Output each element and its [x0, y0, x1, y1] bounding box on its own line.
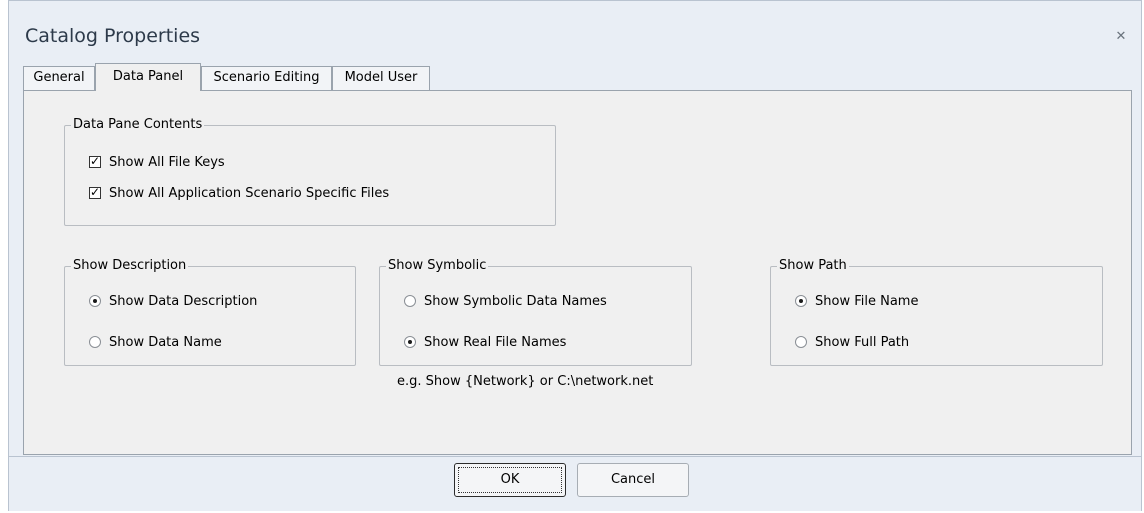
group-title: Show Description [71, 258, 189, 274]
ok-button[interactable]: OK [454, 463, 566, 497]
catalog-properties-dialog: Catalog Properties ✕ General Data Panel … [8, 0, 1142, 511]
show-file-name-radio[interactable]: Show File Name [795, 292, 918, 310]
dialog-footer: OK Cancel [9, 456, 1141, 511]
show-all-app-scenario-files-checkbox[interactable]: ✓ Show All Application Scenario Specific… [89, 184, 389, 202]
data-pane-contents-group: Data Pane Contents ✓ Show All File Keys … [64, 117, 556, 226]
radio-button[interactable] [404, 336, 416, 348]
radio-label: Show Symbolic Data Names [424, 293, 607, 309]
group-title: Show Path [777, 258, 849, 274]
symbolic-example-note: e.g. Show {Network} or C:\network.net [397, 374, 654, 389]
tab-general[interactable]: General [23, 66, 95, 90]
radio-label: Show Full Path [815, 334, 910, 350]
tab-model-user[interactable]: Model User [332, 66, 430, 90]
radio-button[interactable] [795, 336, 807, 348]
cancel-label: Cancel [610, 472, 656, 487]
radio-button[interactable] [795, 295, 807, 307]
radio-button[interactable] [89, 336, 101, 348]
radio-label: Show File Name [815, 293, 919, 309]
show-path-group: Show Path Show File Name Show Full Path [770, 258, 1103, 366]
tab-scenario-editing[interactable]: Scenario Editing [201, 66, 332, 90]
show-data-description-radio[interactable]: Show Data Description [89, 292, 257, 310]
show-data-name-radio[interactable]: Show Data Name [89, 333, 222, 351]
checkbox-box[interactable]: ✓ [89, 154, 101, 168]
group-title: Data Pane Contents [71, 117, 205, 133]
checkbox-box[interactable]: ✓ [89, 185, 101, 199]
radio-label: Show Data Description [109, 293, 258, 309]
focus-rect [458, 467, 562, 493]
group-title: Show Symbolic [386, 258, 489, 274]
dialog-title: Catalog Properties [25, 25, 201, 47]
show-full-path-radio[interactable]: Show Full Path [795, 333, 909, 351]
show-all-file-keys-checkbox[interactable]: ✓ Show All File Keys [89, 153, 225, 171]
tab-data-panel[interactable]: Data Panel [95, 63, 201, 91]
show-description-group: Show Description Show Data Description S… [64, 258, 356, 366]
checkbox-label: Show All Application Scenario Specific F… [109, 185, 390, 201]
close-icon[interactable]: ✕ [1113, 29, 1129, 45]
data-panel-tab-content: Data Pane Contents ✓ Show All File Keys … [23, 90, 1132, 455]
show-real-file-names-radio[interactable]: Show Real File Names [404, 333, 566, 351]
show-symbolic-group: Show Symbolic Show Symbolic Data Names S… [379, 258, 692, 366]
radio-button[interactable] [89, 295, 101, 307]
radio-label: Show Data Name [109, 334, 222, 350]
cancel-button[interactable]: Cancel [577, 463, 689, 497]
checkbox-label: Show All File Keys [109, 154, 225, 170]
show-symbolic-data-names-radio[interactable]: Show Symbolic Data Names [404, 292, 607, 310]
radio-button[interactable] [404, 295, 416, 307]
radio-label: Show Real File Names [424, 334, 567, 350]
